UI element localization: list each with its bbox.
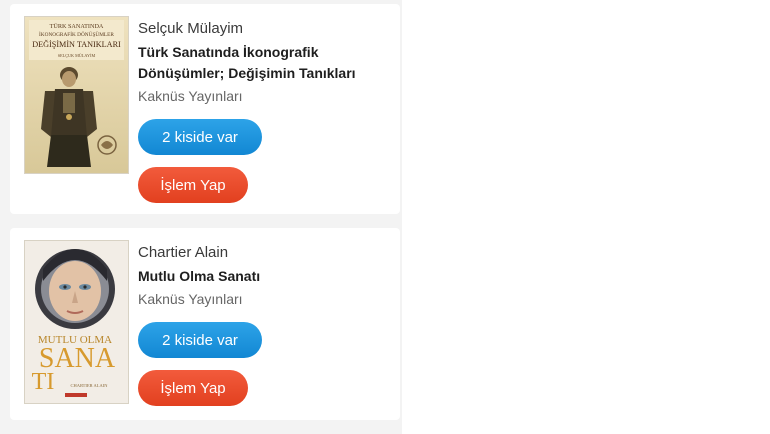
book-title: Türk Sanatında İkonografik Dönüşümler; D…	[138, 42, 356, 84]
book-card: TÜRK SANATINDA İKONOGRAFİK DÖNÜŞÜMLER DE…	[10, 4, 400, 214]
book-cover-illustration: TÜRK SANATINDA İKONOGRAFİK DÖNÜŞÜMLER DE…	[25, 17, 128, 173]
book-author: Selçuk Mülayim	[138, 20, 244, 37]
availability-button[interactable]: 2 kiside var	[138, 119, 262, 155]
action-button[interactable]: İşlem Yap	[138, 370, 248, 406]
book-publisher: Kaknüs Yayınları	[138, 291, 243, 307]
book-title-line1: Türk Sanatında İkonografik	[138, 44, 319, 60]
availability-button[interactable]: 2 kiside var	[138, 322, 262, 358]
book-card: MUTLU OLMA SANA TI CHARTIER ALAIN Charti…	[10, 228, 400, 420]
book-title-line2: Dönüşümler; Değişimin Tanıkları	[138, 65, 356, 81]
cover-author: SELÇUK MÜLAYİM	[58, 53, 96, 58]
book-author: Chartier Alain	[138, 244, 229, 261]
book-cover-image: TÜRK SANATINDA İKONOGRAFİK DÖNÜŞÜMLER DE…	[24, 16, 129, 174]
book-cover-illustration: MUTLU OLMA SANA TI CHARTIER ALAIN	[25, 241, 128, 403]
book-title: Mutlu Olma Sanatı	[138, 266, 262, 287]
action-button[interactable]: İşlem Yap	[138, 167, 248, 203]
cover-title-line3: DEĞİŞİMİN TANIKLARI	[32, 39, 121, 49]
cover-title-line2: İKONOGRAFİK DÖNÜŞÜMLER	[39, 31, 114, 38]
cover-title-line1: TÜRK SANATINDA	[50, 23, 104, 30]
book-title-line1: Mutlu Olma Sanatı	[138, 268, 261, 284]
cover-author: CHARTIER ALAIN	[70, 383, 108, 388]
cover-title-line3: TI	[32, 369, 55, 395]
book-publisher: Kaknüs Yayınları	[138, 88, 243, 104]
book-list: TÜRK SANATINDA İKONOGRAFİK DÖNÜŞÜMLER DE…	[0, 0, 402, 434]
book-cover-image: MUTLU OLMA SANA TI CHARTIER ALAIN	[24, 240, 129, 404]
